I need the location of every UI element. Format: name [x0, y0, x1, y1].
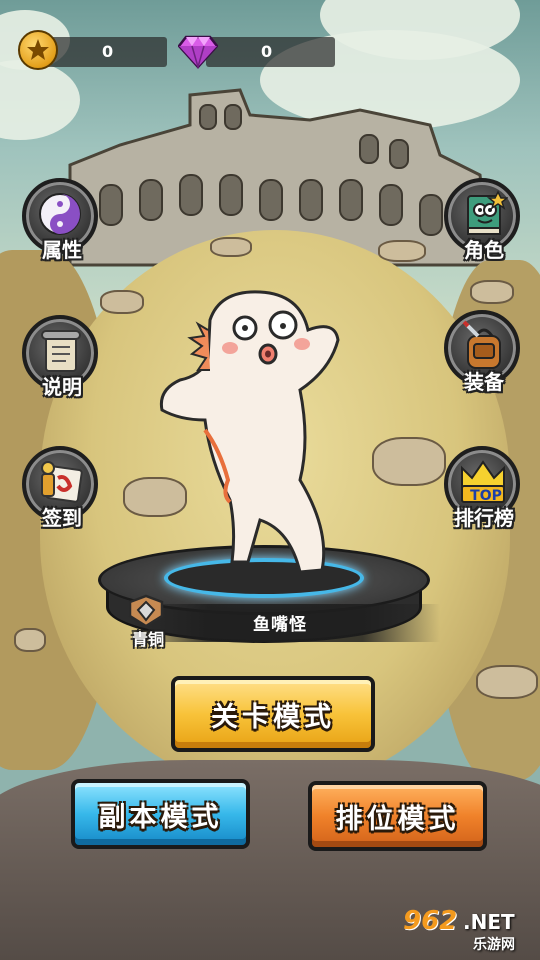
rock — [470, 280, 514, 304]
instructions-label: 说明 — [42, 375, 82, 399]
checkin-label: 签到 — [42, 506, 82, 530]
book-icon — [467, 190, 508, 235]
fish-mouth-monster[interactable] — [150, 280, 360, 580]
equipment-label: 装备 — [464, 370, 504, 394]
site-watermark: 962 .NET 乐游网 — [401, 906, 537, 956]
rock — [14, 628, 46, 652]
rock — [476, 665, 538, 699]
leaderboard-label: 排行榜 — [454, 506, 514, 530]
dungeon-mode-button[interactable]: 副本模式 — [71, 779, 250, 849]
character-name: 鱼嘴怪 — [253, 615, 307, 635]
gem-count: 0 — [261, 42, 273, 61]
attributes-button[interactable]: 属性 — [20, 178, 104, 278]
scroll-icon — [41, 330, 81, 372]
equipment-button[interactable]: 装备 — [442, 310, 526, 410]
gem-bar: 0 — [206, 37, 335, 67]
checkin-button[interactable]: 签到 — [20, 446, 104, 546]
rock — [378, 240, 426, 262]
backpack-icon — [462, 320, 501, 369]
stage-mode-button[interactable]: 关卡模式 — [171, 676, 375, 752]
yin-yang-icon — [39, 193, 81, 235]
watermark-caption: 乐游网 — [473, 937, 515, 953]
rock — [372, 437, 446, 486]
ranked-mode-label: 排位模式 — [335, 803, 460, 835]
watermark-domain: .NET — [463, 910, 515, 934]
calendar-icon — [41, 461, 83, 503]
rock — [100, 290, 144, 314]
coin-count: 0 — [102, 42, 114, 61]
characters-button[interactable]: 角色 — [442, 178, 526, 278]
attributes-label: 属性 — [42, 238, 82, 262]
characters-label: 角色 — [464, 238, 504, 262]
stage-mode-label: 关卡模式 — [211, 701, 335, 733]
leaderboard-button[interactable]: TOP 排行榜 — [442, 446, 526, 546]
instructions-button[interactable]: 说明 — [20, 315, 104, 415]
ranked-mode-button[interactable]: 排位模式 — [308, 781, 487, 851]
dungeon-mode-label: 副本模式 — [98, 801, 223, 833]
coin-icon — [18, 30, 58, 70]
coin-bar: 0 — [40, 37, 167, 67]
watermark-brand: 962 — [403, 906, 458, 936]
gem-icon — [178, 35, 218, 69]
rock — [210, 237, 252, 257]
